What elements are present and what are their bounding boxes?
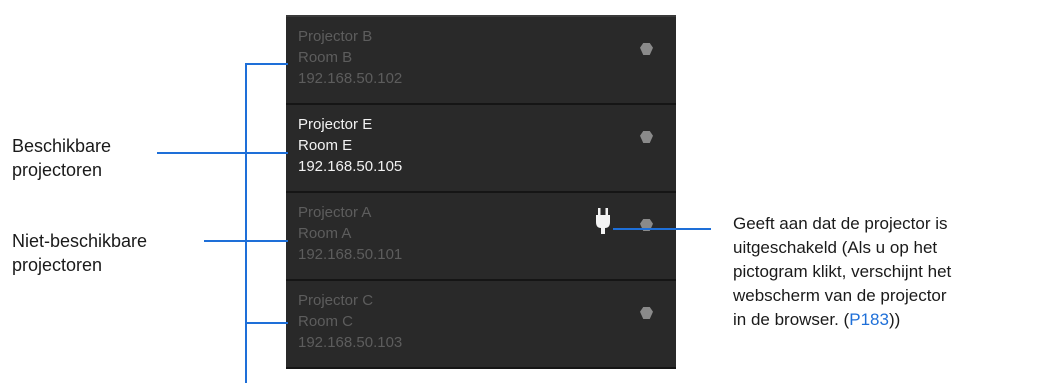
callout-text: uitgeschakeld (Als u op het — [733, 238, 938, 257]
callout-unavailable: Niet-beschikbare projectoren — [12, 229, 147, 277]
projector-room: Room B — [298, 49, 353, 66]
projector-info: Projector B Room B 192.168.50.102 — [298, 26, 402, 89]
callout-text: projectoren — [12, 160, 103, 180]
projector-item-e[interactable]: Projector E Room E 192.168.50.105 — [286, 105, 676, 193]
projector-name: Projector E — [298, 116, 373, 133]
callout-text: Geeft aan dat de projector is — [733, 214, 948, 233]
callout-available: Beschikbare projectoren — [12, 134, 111, 182]
callout-text: Niet-beschikbare — [12, 231, 148, 251]
projector-list: Projector B Room B 192.168.50.102 Projec… — [286, 15, 676, 369]
projector-item-b[interactable]: Projector B Room B 192.168.50.102 — [286, 17, 676, 105]
bracket-line — [245, 322, 288, 324]
callout-power-off: Geeft aan dat de projector is uitgeschak… — [733, 212, 951, 332]
callout-text: webscherm van de projector — [733, 286, 947, 305]
status-indicator-icon — [640, 307, 653, 319]
callout-line-unavailable — [204, 240, 288, 242]
bracket-line — [245, 63, 288, 65]
callout-line-power — [613, 228, 711, 230]
status-indicator-icon — [640, 43, 653, 55]
projector-info: Projector C Room C 192.168.50.103 — [298, 290, 402, 353]
projector-room: Room A — [298, 225, 352, 242]
callout-text: in de browser. (P183)) — [733, 308, 951, 332]
callout-text: pictogram klikt, verschijnt het — [733, 262, 952, 281]
page-reference-link[interactable]: P183 — [849, 310, 889, 329]
projector-name: Projector A — [298, 204, 372, 221]
callout-text: projectoren — [12, 255, 103, 275]
bracket-line — [245, 63, 247, 383]
projector-ip: 192.168.50.101 — [298, 246, 403, 263]
callout-text-prefix: in de browser. ( — [733, 310, 850, 329]
projector-info: Projector E Room E 192.168.50.105 — [298, 114, 402, 177]
projector-name: Projector C — [298, 292, 374, 309]
projector-room: Room C — [298, 313, 354, 330]
callout-line-available — [157, 152, 288, 154]
projector-item-c[interactable]: Projector C Room C 192.168.50.103 — [286, 281, 676, 369]
projector-ip: 192.168.50.103 — [298, 334, 403, 351]
projector-ip: 192.168.50.102 — [298, 70, 403, 87]
projector-name: Projector B — [298, 28, 373, 45]
projector-room: Room E — [298, 137, 353, 154]
power-plug-icon[interactable] — [595, 207, 611, 235]
callout-text: Beschikbare — [12, 136, 112, 156]
projector-ip: 192.168.50.105 — [298, 158, 403, 175]
projector-item-a[interactable]: Projector A Room A 192.168.50.101 — [286, 193, 676, 281]
projector-info: Projector A Room A 192.168.50.101 — [298, 202, 402, 265]
callout-text-suffix: )) — [888, 310, 901, 329]
status-indicator-icon — [640, 131, 653, 143]
